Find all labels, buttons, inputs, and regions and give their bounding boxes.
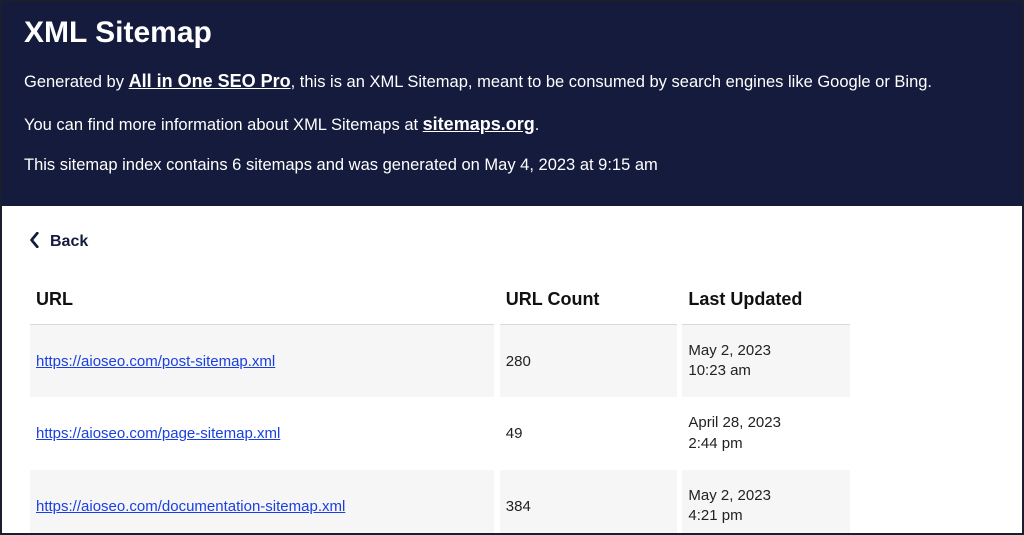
sitemap-link[interactable]: https://aioseo.com/post-sitemap.xml [36,353,275,370]
text: , this is an XML Sitemap, meant to be co… [291,73,932,91]
page-title: XML Sitemap [24,16,1000,50]
back-button[interactable]: Back [30,232,88,253]
table-row: https://aioseo.com/post-sitemap.xml 280 … [30,325,850,398]
last-updated: April 28, 20232:44 pm [682,397,850,470]
url-count: 49 [500,397,677,470]
table-row: https://aioseo.com/page-sitemap.xml 49 A… [30,397,850,470]
sitemap-table: URL URL Count Last Updated https://aiose… [30,289,850,535]
header-generated-line: Generated by All in One SEO Pro, this is… [24,68,1000,95]
url-count: 384 [500,470,677,535]
col-count: URL Count [500,289,677,325]
last-updated: May 2, 202310:23 am [682,325,850,398]
col-updated: Last Updated [682,289,850,325]
chevron-left-icon [30,232,40,253]
link-sitemaps-org[interactable]: sitemaps.org [423,114,535,134]
text: You can find more information about XML … [24,116,423,134]
sitemap-header: XML Sitemap Generated by All in One SEO … [2,2,1022,206]
sitemap-link[interactable]: https://aioseo.com/page-sitemap.xml [36,425,280,442]
back-label: Back [50,233,88,251]
sitemap-link[interactable]: https://aioseo.com/documentation-sitemap… [36,498,345,515]
header-moreinfo-line: You can find more information about XML … [24,111,1000,138]
sitemap-body: Back URL URL Count Last Updated https://… [2,206,1022,535]
url-count: 280 [500,325,677,398]
text: . [535,116,540,134]
text: Generated by [24,73,129,91]
link-aioseo-pro[interactable]: All in One SEO Pro [129,71,291,91]
last-updated: May 2, 20234:21 pm [682,470,850,535]
header-summary-line: This sitemap index contains 6 sitemaps a… [24,154,1000,178]
table-row: https://aioseo.com/documentation-sitemap… [30,470,850,535]
col-url: URL [30,289,494,325]
